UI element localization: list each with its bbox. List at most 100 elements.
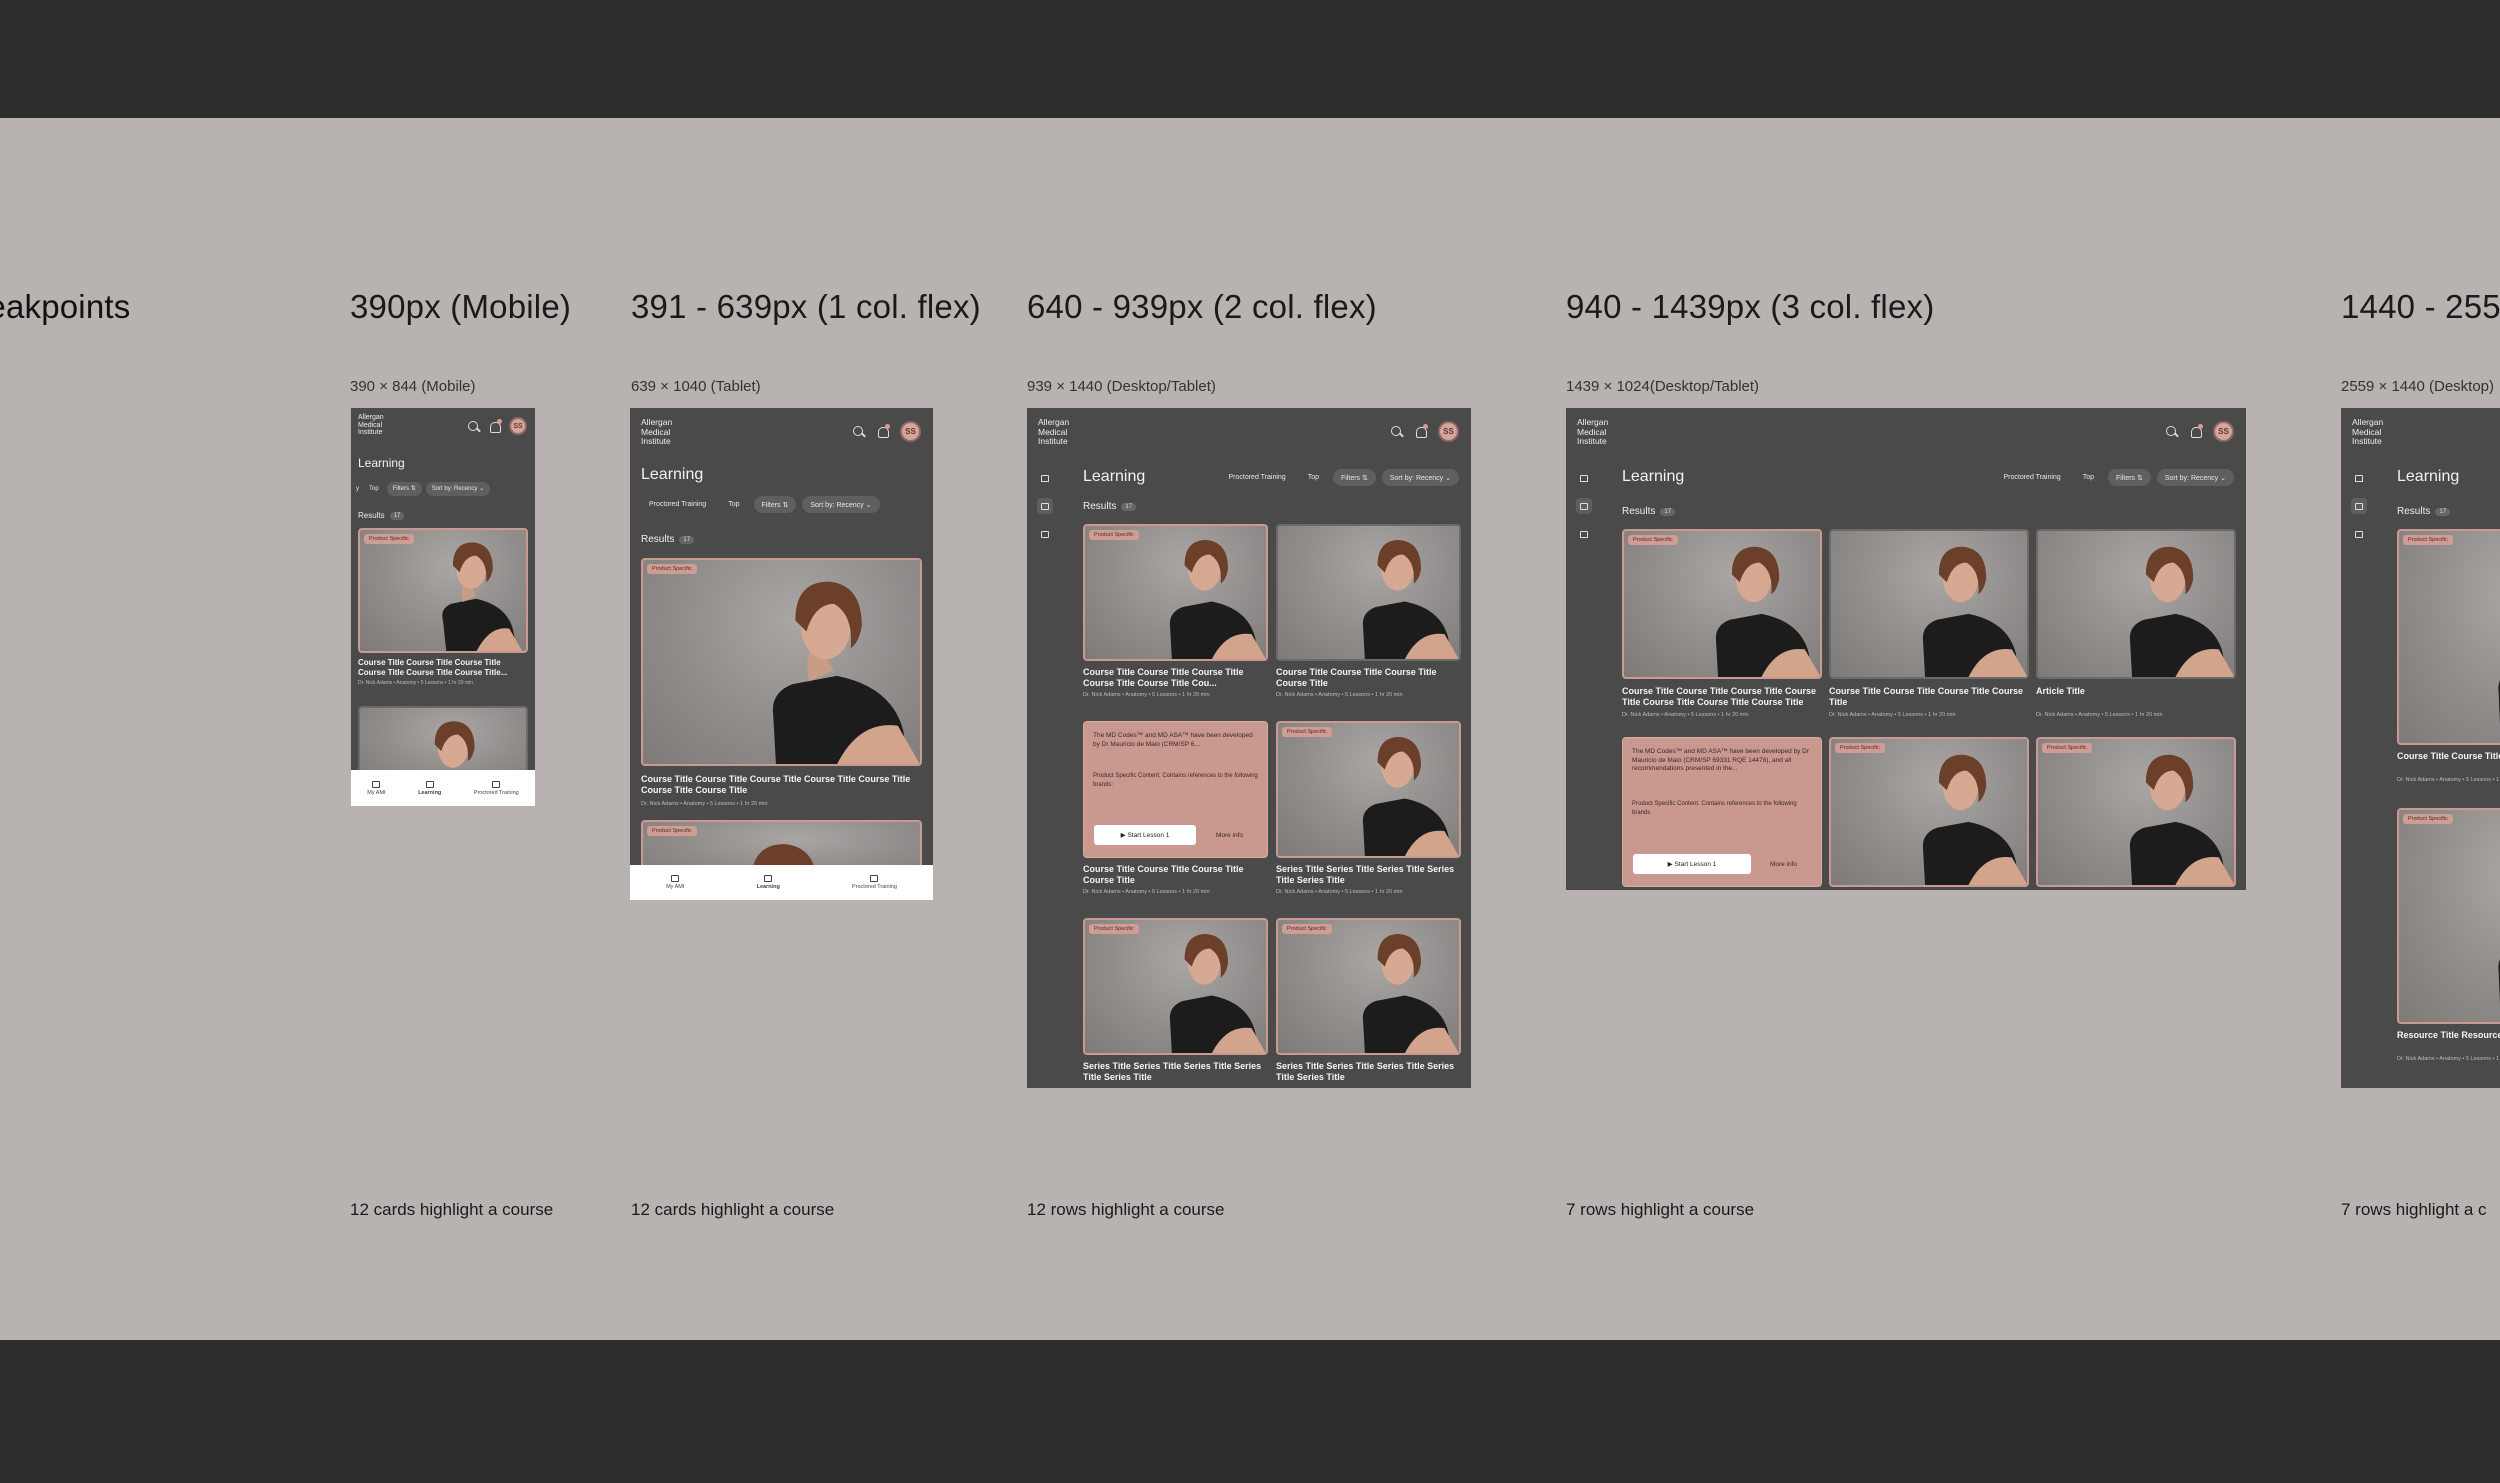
series-title: Series Title Series Title Series Title S… [1276, 864, 1455, 885]
chip-sort[interactable]: Sort by: Recency ⌄ [1381, 469, 1459, 486]
nav-my-ami[interactable]: My AMI [666, 875, 684, 890]
search-icon[interactable] [852, 425, 865, 438]
portrait-image [2498, 680, 2500, 725]
course-title: Course Title Course Title Course Title C… [1083, 864, 1244, 885]
avatar[interactable]: SS [2213, 421, 2234, 442]
side-nav-proctored[interactable] [2351, 526, 2367, 542]
notification-icon[interactable] [2189, 424, 2203, 438]
product-specific-badge: Product Specific [1282, 727, 1332, 737]
portrait-image [1715, 546, 1820, 677]
page-title: Learning [641, 466, 704, 483]
avatar[interactable]: SS [1438, 421, 1459, 442]
article-thumbnail [2036, 529, 2236, 679]
breakpoints-heading: Breakpoints [0, 288, 131, 325]
filter-chips: Proctored Training Top Filters ⇅ Sort by… [1996, 469, 2234, 486]
home-icon [372, 780, 381, 788]
nav-learning[interactable]: Learning [757, 875, 780, 890]
chip-proctored[interactable]: Proctored Training [641, 496, 714, 513]
home-icon [2355, 474, 2363, 482]
resource-title: Resource Title Resource Title Resource T… [2397, 1030, 2500, 1040]
notification-icon[interactable] [1414, 424, 1428, 438]
chip-sort[interactable]: Sort by: Recency ⌄ [425, 481, 491, 496]
portrait-image [1922, 546, 2027, 677]
promo-content-note: Product Specific Content. Contains refer… [1632, 801, 1797, 816]
side-navigation [1037, 470, 1053, 542]
chip-filters[interactable]: Filters ⇅ [2108, 469, 2151, 486]
course-thumbnail: Product Specific [1622, 529, 1822, 679]
chip-proctored[interactable]: Proctored Training [1221, 469, 1294, 486]
side-nav-proctored[interactable] [1576, 526, 1592, 542]
top-icons: SS [852, 421, 921, 442]
course-title: Course Title Course Title Course Title C… [1276, 667, 1437, 688]
promo-card[interactable]: The MD Codes™ and MD ASA™ have been deve… [1083, 721, 1268, 858]
product-specific-badge: Product Specific [2403, 814, 2453, 824]
course-meta: Dr. Nick Adams • Anatomy • 5 Lessons • 1… [1622, 712, 1749, 718]
chip-top[interactable]: Top [2075, 469, 2102, 486]
tablet-frame-label: 639 × 1040 (Tablet) [631, 378, 761, 395]
nav-learning[interactable]: Learning [418, 780, 441, 796]
avatar[interactable]: SS [900, 421, 921, 442]
chip-proctored[interactable]: Proctored Training [1996, 469, 2069, 486]
portrait-image [2498, 959, 2500, 1004]
search-icon[interactable] [2165, 425, 2178, 438]
results-count: 17 [389, 511, 405, 520]
side-nav-learning[interactable] [1576, 498, 1592, 514]
logo: Allergan Medical Institute [641, 417, 673, 446]
series-thumbnail: Product Specific [1083, 918, 1268, 1055]
clipboard-icon [2355, 530, 2363, 538]
top-icons: SS [467, 417, 527, 435]
start-lesson-button[interactable]: ▶ Start Lesson 1 [1094, 825, 1196, 845]
article-title: Article Title [2036, 686, 2085, 696]
side-nav-learning[interactable] [1037, 498, 1053, 514]
three-col-caption: 7 rows highlight a course [1566, 1200, 1755, 1219]
clipboard-icon [1041, 530, 1049, 538]
chip-filters[interactable]: Filters ⇅ [753, 496, 797, 513]
course-meta: Dr. Nick Adams • Anatomy • 5 Lessons • 1… [1276, 692, 1403, 698]
clipboard-icon [870, 875, 879, 882]
clipboard-icon [1580, 530, 1588, 538]
chip-sort[interactable]: Sort by: Recency ⌄ [2156, 469, 2234, 486]
learning-icon [1580, 502, 1588, 510]
mobile-frame-label: 390 × 844 (Mobile) [350, 378, 476, 395]
more-info-button[interactable]: More info [1202, 825, 1257, 845]
four-col-caption: 7 rows highlight a c [2341, 1200, 2487, 1219]
promo-content-note: Product Specific Content. Contains refer… [1093, 773, 1258, 788]
nav-proctored[interactable]: Proctored Training [474, 780, 519, 796]
side-nav-proctored[interactable] [1037, 526, 1053, 542]
chip-top[interactable]: Top [365, 480, 383, 497]
chip-filters[interactable]: Filters ⇅ [386, 481, 422, 496]
chip-top[interactable]: Top [1300, 469, 1327, 486]
search-icon[interactable] [467, 420, 480, 433]
course-thumbnail [1276, 524, 1461, 661]
portrait-image [772, 581, 920, 764]
series-thumbnail: Product Specific [1276, 721, 1461, 858]
avatar[interactable]: SS [509, 417, 527, 435]
side-nav-home[interactable] [1037, 470, 1053, 486]
tablet-frame: Allergan Medical Institute SS Learning Pro… [630, 408, 933, 900]
two-col-frame: Allergan Medical Institute SS Learning Pro… [1027, 408, 1471, 1088]
side-nav-learning[interactable] [2351, 498, 2367, 514]
nav-my-ami[interactable]: My AMI [367, 780, 386, 796]
notification-icon[interactable] [488, 418, 502, 433]
search-icon[interactable] [1390, 425, 1403, 438]
course-thumbnail: Product Specific [641, 558, 922, 766]
nav-proctored[interactable]: Proctored Training [852, 875, 897, 890]
chip-sort[interactable]: Sort by: Recency ⌄ [802, 496, 880, 513]
clipboard-icon [492, 780, 501, 788]
learning-icon [2355, 502, 2363, 510]
results-count: 17 [1121, 502, 1137, 511]
chip-filters[interactable]: Filters ⇅ [1333, 469, 1376, 486]
promo-card[interactable]: The MD Codes™ and MD ASA™ have been deve… [1622, 737, 1822, 887]
tablet-caption: 12 cards highlight a course [631, 1200, 835, 1219]
product-specific-badge: Product Specific [2042, 743, 2092, 753]
notification-icon[interactable] [876, 424, 890, 438]
side-nav-home[interactable] [1576, 470, 1592, 486]
chip-proctored[interactable]: y [354, 480, 361, 497]
more-info-button[interactable]: More info [1756, 854, 1811, 874]
start-lesson-button[interactable]: ▶ Start Lesson 1 [1633, 854, 1751, 874]
home-icon [671, 875, 680, 882]
product-specific-badge: Product Specific [1089, 924, 1139, 934]
results-label: Results 17 [2397, 506, 2451, 517]
chip-top[interactable]: Top [720, 496, 747, 513]
side-nav-home[interactable] [2351, 470, 2367, 486]
